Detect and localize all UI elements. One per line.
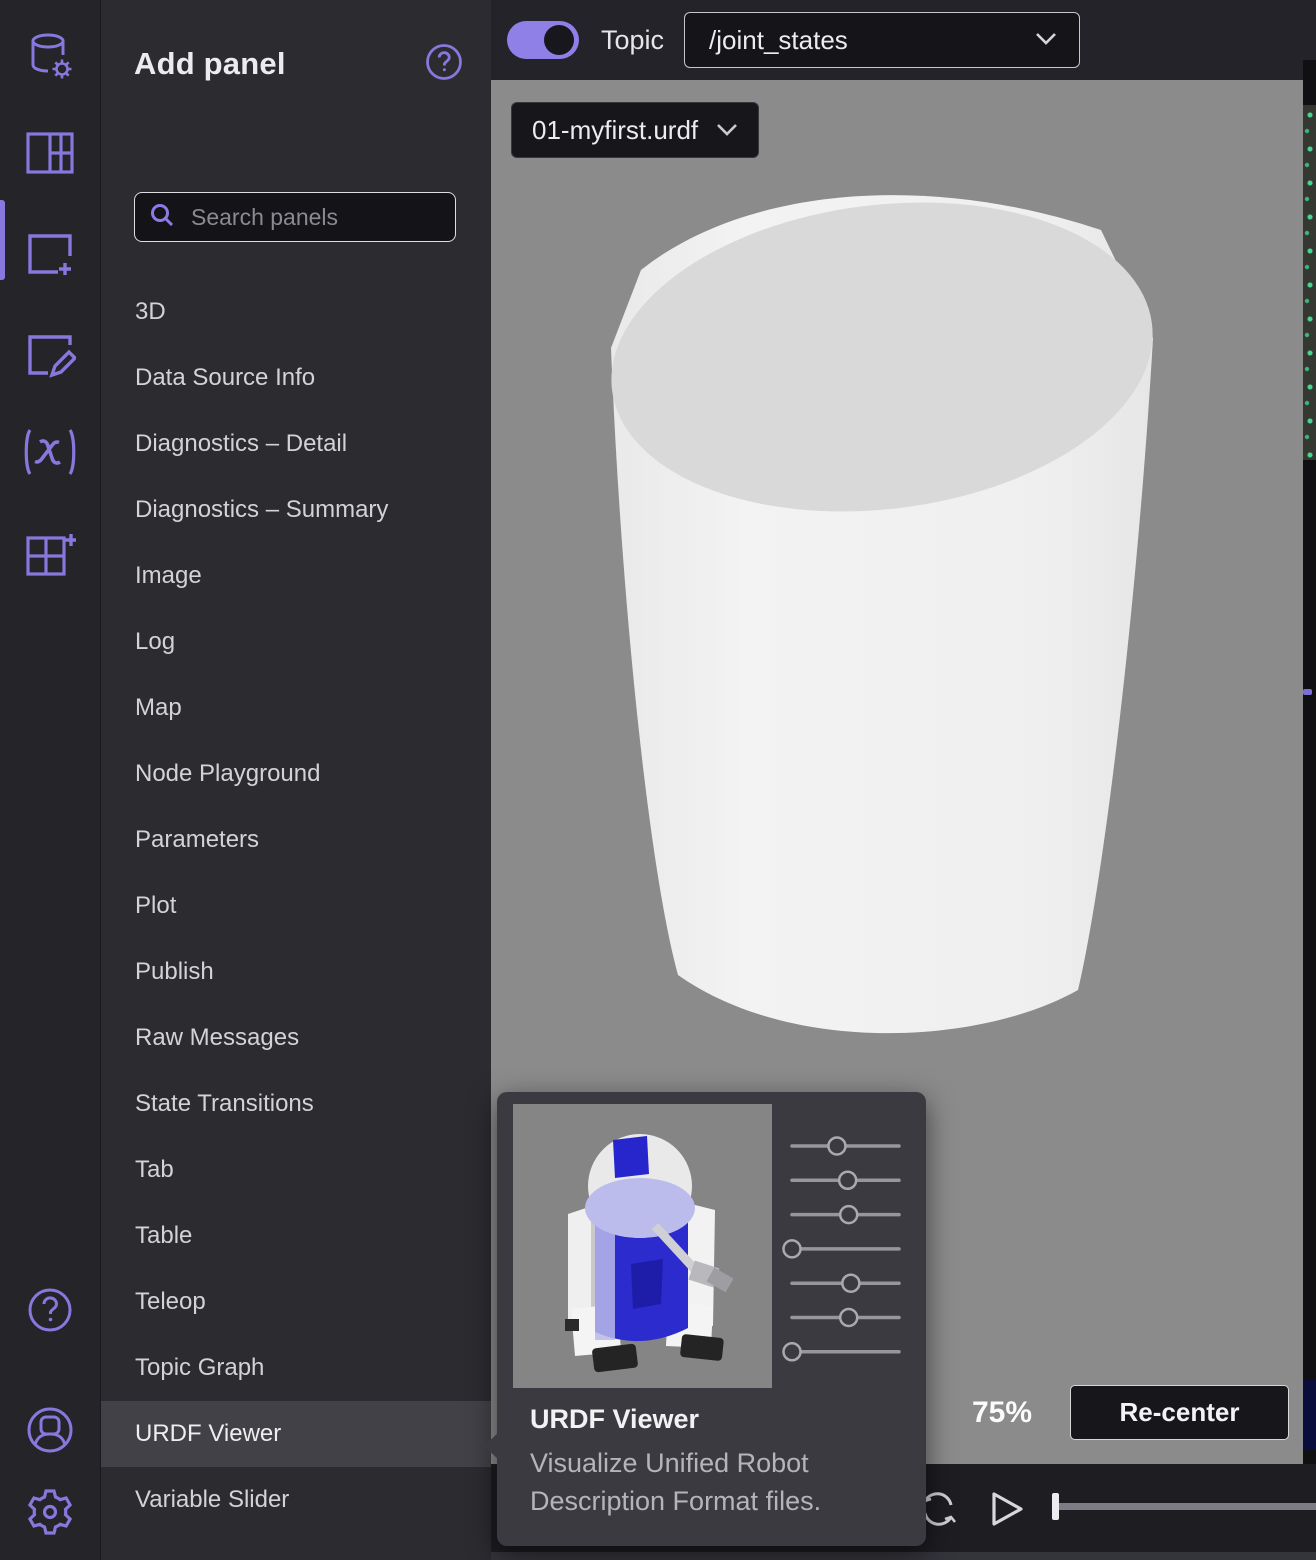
panel-menu-item-topic-graph[interactable]: Topic Graph (101, 1335, 491, 1401)
panel-menu-item-state-transitions[interactable]: State Transitions (101, 1071, 491, 1137)
nav-help[interactable] (0, 1260, 100, 1360)
variables-icon (21, 426, 79, 478)
edit-layout-icon (24, 331, 76, 381)
urdf-viewer-preview-image (513, 1104, 772, 1388)
settings-icon (24, 1486, 76, 1538)
panel-menu-item-3d[interactable]: 3D (101, 279, 491, 345)
panel-type-list: 3DData Source InfoDiagnostics – DetailDi… (101, 279, 491, 1533)
timeline-scrubber[interactable] (1052, 1486, 1316, 1526)
panel-menu-item-raw-messages[interactable]: Raw Messages (101, 1005, 491, 1071)
nav-data-sources[interactable] (0, 6, 100, 106)
panel-menu-item-log[interactable]: Log (101, 609, 491, 675)
urdf-file-dropdown-value: 01-myfirst.urdf (532, 115, 698, 146)
tooltip-arrow (484, 1433, 498, 1459)
chevron-down-icon (1031, 25, 1061, 56)
point-cloud-sliver (1303, 105, 1316, 460)
panel-menu-item-urdf-viewer[interactable]: URDF Viewer (101, 1401, 491, 1467)
topic-dropdown[interactable]: /joint_states (684, 12, 1080, 68)
panel-menu-item-plot[interactable]: Plot (101, 873, 491, 939)
panel-menu-item-map[interactable]: Map (101, 675, 491, 741)
panel-menu-item-tab[interactable]: Tab (101, 1137, 491, 1203)
tooltip-description: Visualize Unified Robot Description Form… (530, 1444, 898, 1520)
urdf-viewer-tooltip: URDF Viewer Visualize Unified Robot Desc… (497, 1092, 926, 1546)
add-panel-sidebar: Add panel 3DData Source I (101, 0, 491, 1560)
add-panel-icon (24, 230, 76, 280)
play-button[interactable] (985, 1486, 1029, 1535)
nav-edit-layout[interactable] (0, 306, 100, 406)
panel-menu-item-diagnostics-detail[interactable]: Diagnostics – Detail (101, 411, 491, 477)
panel-menu-item-node-playground[interactable]: Node Playground (101, 741, 491, 807)
search-icon (149, 202, 175, 233)
joint-sliders-preview (780, 1132, 912, 1382)
topic-toggle[interactable] (507, 21, 579, 59)
toggle-knob (544, 25, 574, 55)
urdf-file-dropdown[interactable]: 01-myfirst.urdf (511, 102, 759, 158)
panel-menu-item-image[interactable]: Image (101, 543, 491, 609)
data-sources-icon (23, 29, 77, 83)
nav-variables[interactable] (0, 402, 100, 502)
zoom-level-readout: 75% (972, 1396, 1032, 1430)
panel-help-button[interactable] (424, 42, 464, 85)
extensions-icon (24, 530, 76, 582)
page-title: Add panel (134, 46, 286, 82)
adjacent-panel-sliver (1303, 0, 1316, 1464)
nav-settings[interactable] (0, 1462, 100, 1560)
topic-dropdown-value: /joint_states (709, 25, 848, 56)
panel-menu-item-data-source-info[interactable]: Data Source Info (101, 345, 491, 411)
search-panels-input[interactable] (189, 203, 489, 232)
help-icon (25, 1285, 75, 1335)
timeline-track (1055, 1503, 1316, 1510)
nav-add-panel[interactable] (0, 205, 100, 305)
urdf-panel-toolbar: Topic /joint_states (491, 0, 1316, 80)
layouts-icon (25, 131, 75, 175)
recenter-button[interactable]: Re-center (1070, 1385, 1289, 1440)
panel-menu-item-diagnostics-summary[interactable]: Diagnostics – Summary (101, 477, 491, 543)
left-toolbar (0, 0, 101, 1560)
panel-menu-item-table[interactable]: Table (101, 1203, 491, 1269)
timeline-playhead[interactable] (1052, 1493, 1059, 1520)
panel-menu-item-publish[interactable]: Publish (101, 939, 491, 1005)
panel-menu-item-teleop[interactable]: Teleop (101, 1269, 491, 1335)
nav-layouts[interactable] (0, 103, 100, 203)
foxglove-app: Add panel 3DData Source I (0, 0, 1316, 1560)
tooltip-title: URDF Viewer (530, 1404, 699, 1435)
chevron-down-icon (714, 115, 740, 146)
panel-menu-item-variable-slider[interactable]: Variable Slider (101, 1467, 491, 1533)
panel-menu-item-parameters[interactable]: Parameters (101, 807, 491, 873)
topic-label: Topic (601, 25, 664, 56)
viewport-footer: 75% Re-center (972, 1385, 1289, 1440)
question-circle-icon (424, 70, 464, 85)
play-icon (985, 1520, 1029, 1535)
account-icon (24, 1404, 76, 1456)
search-panels-box (134, 192, 456, 242)
nav-extensions[interactable] (0, 506, 100, 606)
add-panel-header: Add panel (134, 42, 464, 85)
